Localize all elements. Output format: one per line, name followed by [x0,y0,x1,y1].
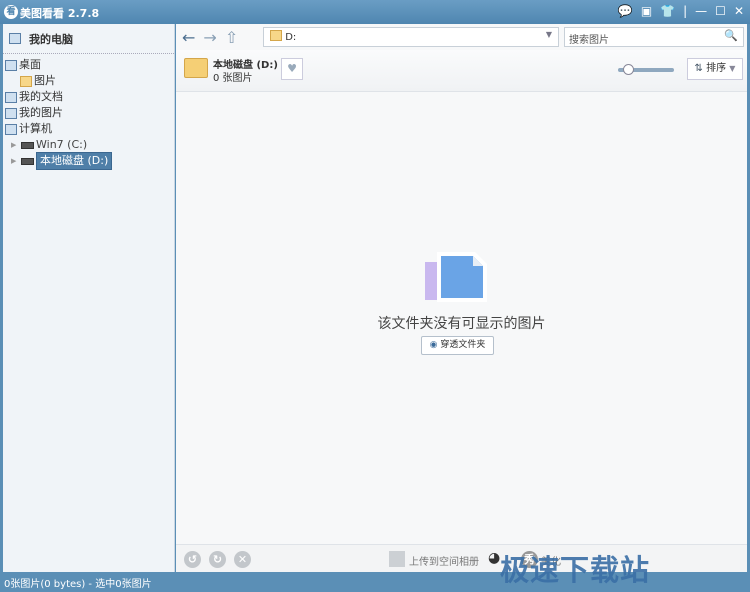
app-logo-icon: 看 [4,5,18,19]
window-title: 美图看看 2.7.8 [20,7,100,20]
desktop-icon [5,59,17,71]
chevron-down-icon[interactable]: ▼ [546,30,552,39]
upload-album-button[interactable]: 上传到空间相册 [409,553,479,568]
delete-button[interactable]: ✕ [234,551,251,568]
close-button[interactable]: ✕ [734,4,744,18]
computer-icon [5,123,17,135]
skin-icon[interactable]: 👕 [660,4,675,18]
drive-icon [21,141,34,149]
rotate-left-button[interactable]: ↺ [184,551,201,568]
computer-icon [9,33,21,44]
label: Win7 (C:) [36,138,88,151]
folder-header: 本地磁盘 (D:) 0 张图片 ♥ ⇅ 排序 ▼ [176,50,747,92]
pictures-icon [5,107,17,119]
slider-handle[interactable] [622,64,634,75]
empty-message: 该文件夹没有可显示的图片 [377,316,546,332]
label: 本地磁盘 (D:) [36,152,113,170]
heart-icon: ♥ [287,62,297,75]
sidebar: 我的电脑 桌面 图片 我的文档 我的图片 计算机 ▶ Win7 (C:) ▶ 本地磁… [3,24,175,572]
status-bar: 0张图片(0 bytes) - 选中0张图片 [4,579,152,590]
folder-icon [184,58,208,78]
sidebar-item-drive-c[interactable]: ▶ Win7 (C:) [3,137,174,153]
sort-icon: ⇅ [694,63,703,74]
chevron-down-icon: ▼ [729,64,736,73]
maximize-button[interactable]: ☐ [715,4,726,18]
divider: | [683,4,688,18]
search-icon[interactable]: 🔍 [724,29,738,42]
penetrate-label: 穿透文件夹 [440,340,486,350]
expand-icon[interactable]: ▶ [11,153,19,169]
forward-button[interactable]: → [203,28,216,47]
watermark: 极速下载站 [500,553,651,587]
empty-images-icon [425,252,487,302]
address-bar[interactable]: D: ▼ [263,27,559,47]
label: 桌面 [19,58,41,71]
qzone-icon [389,551,405,567]
sidebar-item-pictures-folder[interactable]: 图片 [3,73,174,89]
sidebar-item-drive-d[interactable]: ▶ 本地磁盘 (D:) [3,152,174,170]
image-count: 0 张图片 [213,73,253,84]
sidebar-item-computer[interactable]: 计算机 [3,121,174,137]
label: 我的图片 [19,106,63,119]
eye-icon: ◉ [429,340,438,350]
thumbnail-size-slider[interactable] [618,64,674,75]
folder-icon [270,30,282,41]
folder-icon [20,75,32,87]
documents-icon [5,91,17,103]
mini-mode-icon[interactable]: ▣ [641,4,652,18]
back-button[interactable]: ← [182,28,195,47]
penetrate-folder-button[interactable]: ◉ 穿透文件夹 [421,336,494,355]
bottom-toolbar: ↺ ↻ ✕ 上传到空间相册 ◕ 秀 美化 极速下载站 [176,544,747,587]
sidebar-item-documents[interactable]: 我的文档 [3,89,174,105]
sort-label: 排序 [706,63,727,74]
expand-icon[interactable]: ▶ [11,137,19,153]
rotate-right-button[interactable]: ↻ [209,551,226,568]
minimize-button[interactable]: — [695,4,707,18]
label: 我的文档 [19,90,63,103]
label: 计算机 [19,122,52,135]
main-panel: ← → ⇧ D: ▼ 搜索图片 🔍 本地磁盘 (D:) 0 张图片 ♥ ⇅ 排序 ▼… [176,24,747,587]
search-input[interactable]: 搜索图片 🔍 [564,27,744,47]
sort-button[interactable]: ⇅ 排序 ▼ [687,58,743,80]
drive-icon [21,157,34,165]
label: 图片 [34,74,56,87]
title-bar: 看 美图看看 2.7.8 💬 ▣ 👕 | — ☐ ✕ [0,0,750,24]
weibo-icon[interactable]: ◕ [488,550,500,566]
feedback-icon[interactable]: 💬 [618,4,633,18]
address-value: D: [285,32,297,43]
sidebar-header-label: 我的电脑 [29,32,73,46]
favorite-button[interactable]: ♥ [281,58,303,80]
sidebar-item-my-pictures[interactable]: 我的图片 [3,105,174,121]
search-placeholder: 搜索图片 [569,35,609,46]
sidebar-header[interactable]: 我的电脑 [3,24,174,54]
sidebar-item-desktop[interactable]: 桌面 [3,57,174,73]
up-button[interactable]: ⇧ [225,28,238,47]
